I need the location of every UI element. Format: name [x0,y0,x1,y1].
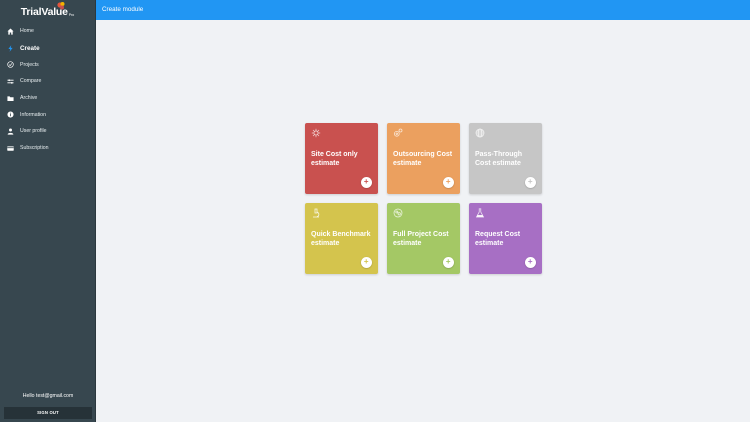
flask-icon [475,208,485,218]
card-label: Outsourcing Cost estimate [393,151,453,167]
card-label: Site Cost only estimate [311,151,358,167]
card-site-cost-only-estimate[interactable]: Site Cost only estimate + [305,123,378,194]
add-button[interactable]: + [360,256,372,268]
sidebar-item-label: Subscription [20,145,49,152]
top-bar: Create module [96,0,750,20]
card-outsourcing-cost-estimate[interactable]: Outsourcing Cost estimate + [387,123,460,194]
sidebar-item-user-profile[interactable]: User profile [0,123,95,140]
info-icon [7,111,14,118]
sidebar-item-label: Compare [20,78,42,85]
folder-icon [7,95,14,102]
user-greeting: Hello test@gmail.com [22,393,74,399]
sidebar-item-create[interactable]: Create [0,40,95,57]
sidebar-item-label: Home [20,28,34,35]
card-full-project-cost-estimate[interactable]: Full Project Cost estimate + [387,203,460,274]
sidebar-item-subscription[interactable]: Subscription [0,140,95,157]
sidebar-item-label: Archive [20,95,38,102]
card-quick-benchmark-estimate[interactable]: Quick Benchmark estimate + [305,203,378,274]
card-label: Quick Benchmark estimate [311,231,371,247]
compare-icon [7,78,14,85]
logo[interactable]: TrialValue Pro [0,0,95,21]
sidebar-item-label: Projects [20,61,39,68]
sidebar-nav: Home Create Projects Compare Archive Inf… [0,23,95,157]
credit-card-icon [7,145,14,152]
projects-icon [7,61,14,68]
add-button[interactable]: + [360,176,372,188]
page-title: Create module [102,6,144,13]
sidebar-item-projects[interactable]: Projects [0,56,95,73]
sidebar-item-home[interactable]: Home [0,23,95,40]
lightning-icon [7,44,14,52]
sidebar-item-label: Create [20,44,40,52]
add-button[interactable]: + [442,256,454,268]
card-request-cost-estimate[interactable]: Request Cost estimate + [469,203,542,274]
virus-icon [311,128,321,138]
logo-sup: Pro [68,13,75,17]
microscope-icon [313,208,320,218]
home-icon [7,28,14,35]
cells-icon [393,208,403,218]
card-label: Pass-Through Cost estimate [475,151,523,167]
sign-out-button[interactable]: SIGN OUT [4,407,92,419]
sidebar-item-information[interactable]: Information [0,106,95,123]
card-label: Request Cost estimate [475,231,521,247]
sidebar-item-label: Information [20,111,46,118]
sidebar-item-archive[interactable]: Archive [0,90,95,107]
sidebar: TrialValue Pro Home Create Projects Comp… [0,0,96,422]
add-button[interactable]: + [442,176,454,188]
add-button[interactable]: + [524,256,536,268]
add-button[interactable]: + [524,176,536,188]
globe-icon [475,128,485,138]
card-pass-through-cost-estimate[interactable]: Pass-Through Cost estimate + [469,123,542,194]
logo-mark-icon [57,2,65,10]
user-icon [7,128,14,135]
sidebar-item-label: User profile [20,128,47,135]
sidebar-item-compare[interactable]: Compare [0,73,95,90]
gears-icon [393,128,403,137]
card-label: Full Project Cost estimate [393,231,449,247]
